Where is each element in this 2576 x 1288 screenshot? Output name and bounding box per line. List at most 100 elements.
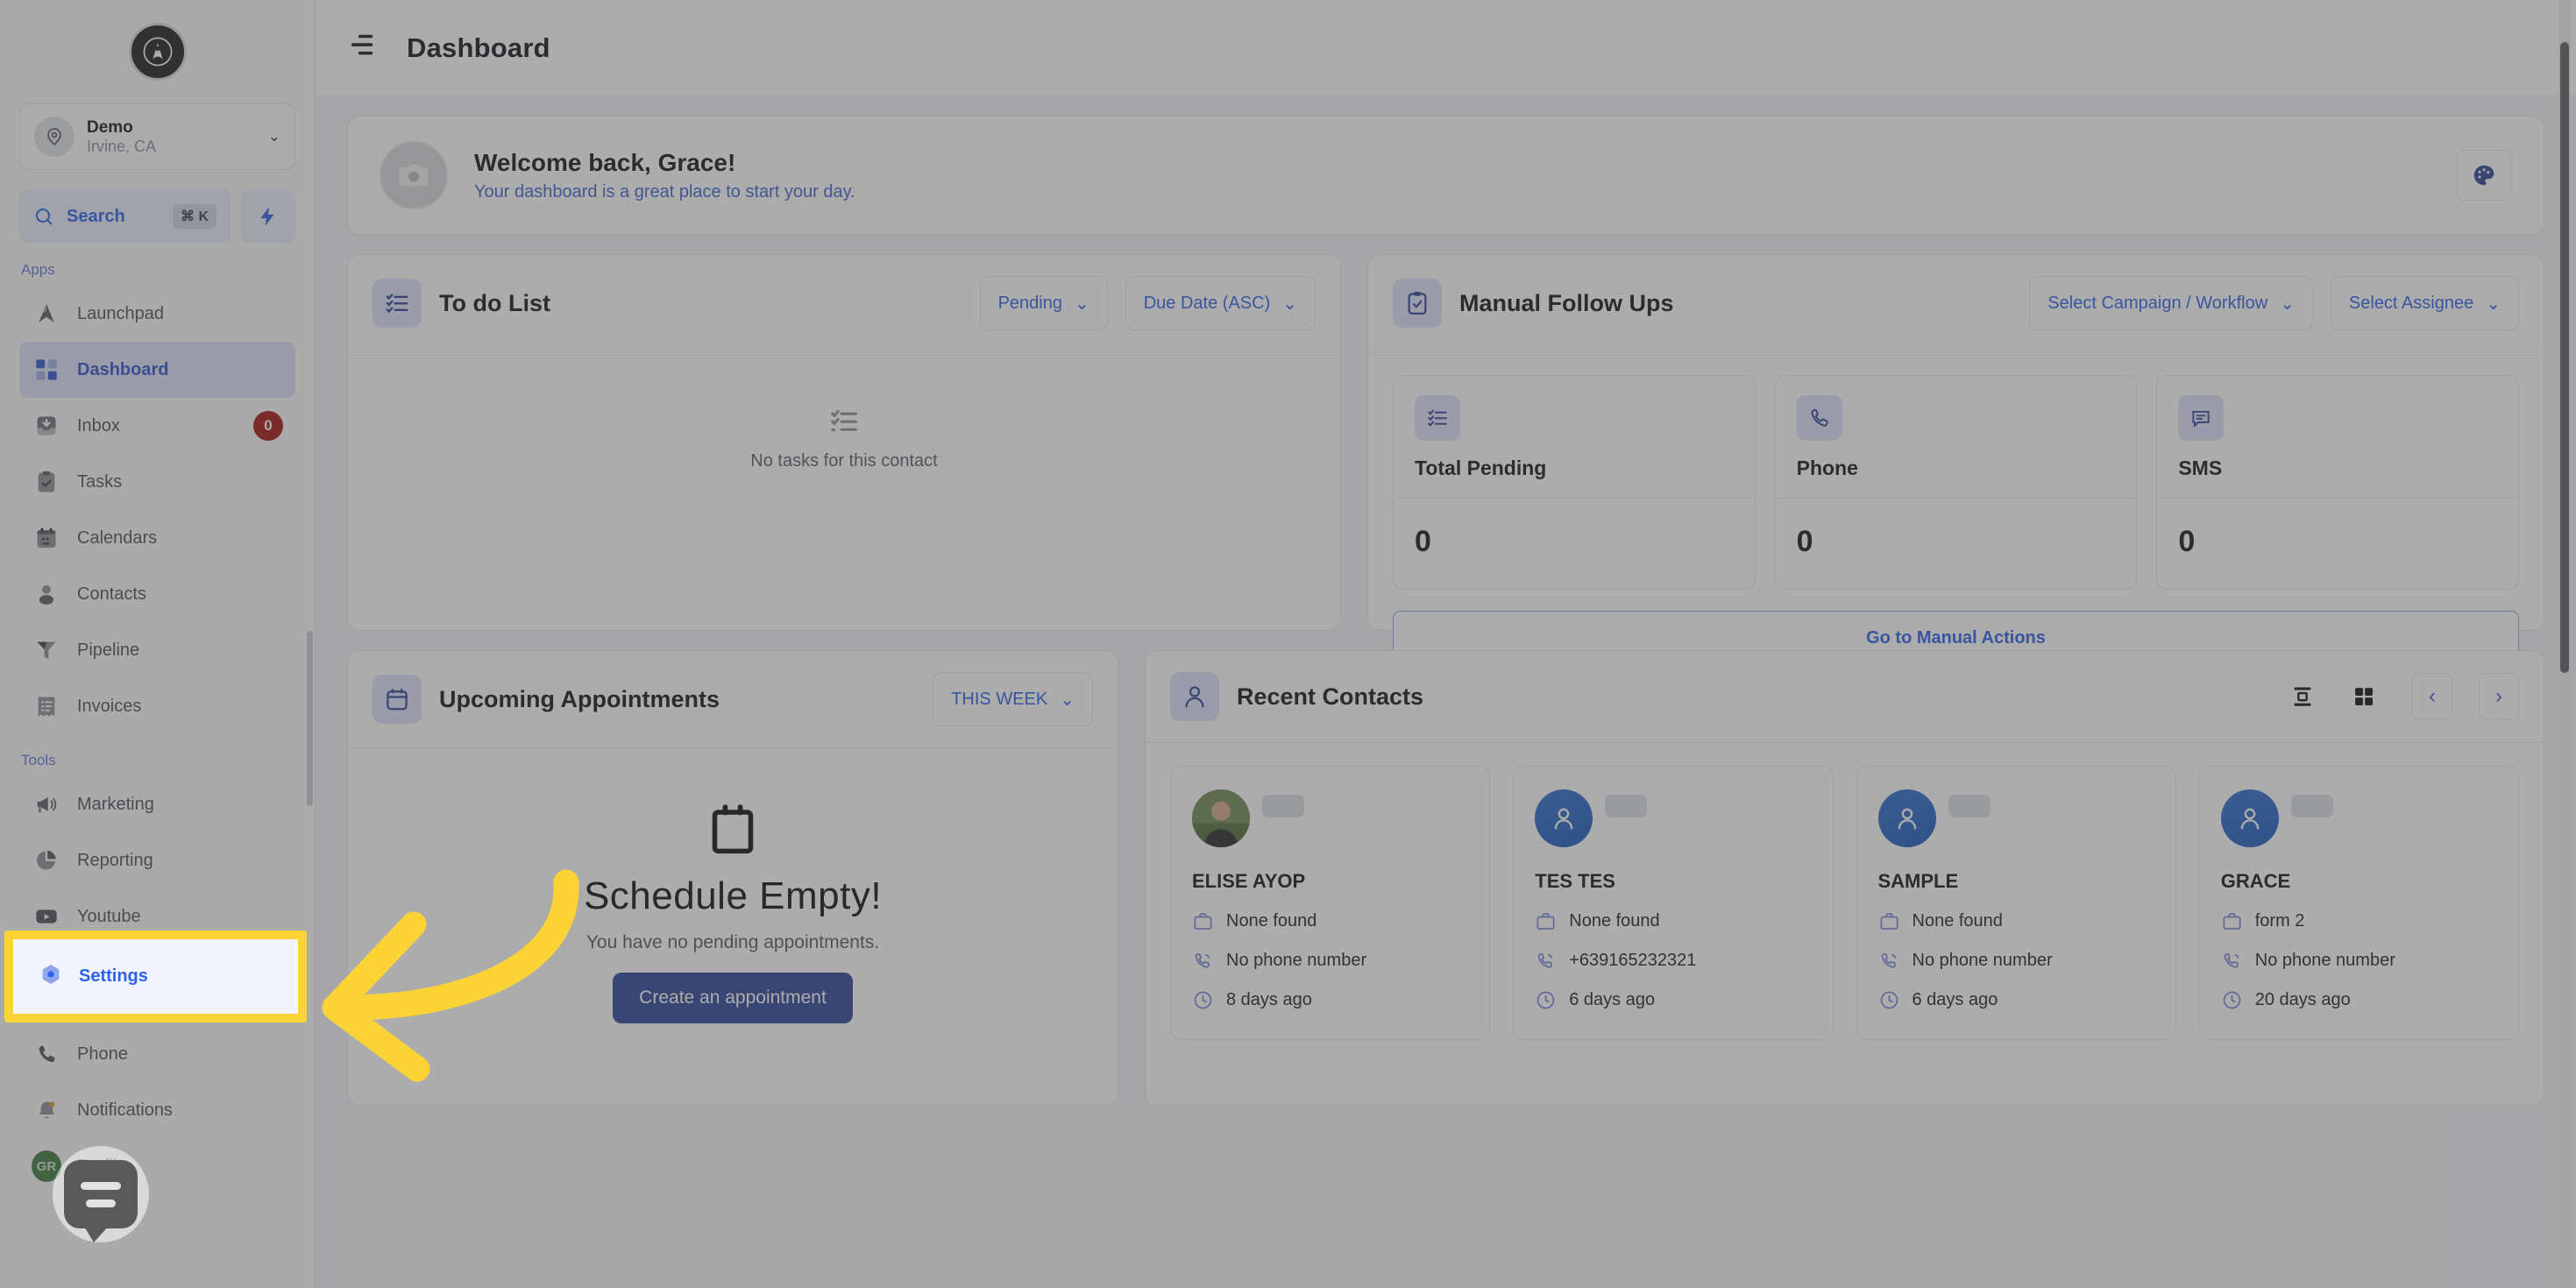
pie-chart-icon — [32, 846, 61, 875]
welcome-avatar — [380, 141, 448, 209]
contact-company: form 2 — [2254, 911, 2305, 931]
appointments-range-filter[interactable]: THIS WEEK ⌄ — [933, 672, 1093, 726]
sidebar-item-label: Invoices — [77, 696, 142, 716]
contact-card[interactable]: ELISE AYOP None found No phone number 8 … — [1170, 766, 1491, 1040]
briefcase-icon — [1879, 913, 1898, 930]
avatar — [1535, 789, 1593, 847]
appointments-card: Upcoming Appointments THIS WEEK ⌄ Schedu… — [347, 650, 1118, 1106]
checklist-icon — [373, 279, 422, 328]
contact-tag-chip — [2290, 795, 2333, 817]
theme-palette-button[interactable] — [2456, 150, 2512, 201]
contacts-icon — [32, 579, 61, 609]
list-view-icon[interactable] — [2281, 675, 2324, 718]
stat-label: Total Pending — [1415, 456, 1547, 479]
palette-icon — [2473, 165, 2494, 186]
followups-campaign-filter[interactable]: Select Campaign / Workflow ⌄ — [2029, 276, 2313, 330]
recent-contacts-grid: ELISE AYOP None found No phone number 8 … — [1146, 743, 2544, 1040]
sidebar-item-label: Tasks — [77, 471, 123, 492]
settings-icon — [32, 958, 61, 987]
chevron-down-icon[interactable]: ⌄ — [268, 128, 280, 145]
appointments-empty-sub: You have no pending appointments. — [585, 932, 880, 952]
search-shortcut: ⌘ K — [173, 204, 216, 229]
sidebar-item-label: Settings — [77, 962, 141, 982]
sidebar-item-invoices[interactable]: Invoices — [19, 678, 295, 734]
sidebar-item-marketing[interactable]: Marketing — [19, 776, 295, 832]
sidebar-item-contacts[interactable]: Contacts — [19, 566, 295, 622]
phone-icon — [1537, 952, 1553, 968]
todo-card: To do List Pending ⌄ Due Date (ASC) ⌄ No… — [347, 254, 1341, 631]
followups-stats: Total Pending 0 Phone 0 SMS 0 — [1368, 352, 2544, 590]
todo-status-filter[interactable]: Pending ⌄ — [979, 276, 1108, 330]
welcome-card: Welcome back, Grace! Your dashboard is a… — [347, 116, 2544, 235]
todo-title: To do List — [439, 289, 550, 316]
contact-photo — [1192, 789, 1250, 847]
contact-tag-chip — [1605, 795, 1648, 817]
hamburger-filter-icon[interactable] — [347, 32, 377, 63]
location-switcher[interactable]: Demo Irvine, CA ⌄ — [19, 103, 295, 170]
launchpad-icon — [32, 299, 61, 329]
calendar-icon — [373, 675, 422, 724]
sidebar-item-pipeline[interactable]: Pipeline — [19, 622, 295, 678]
contact-company-row: None found — [1878, 910, 2154, 932]
contact-name: TES TES — [1535, 870, 1615, 892]
sidebar-item-phone[interactable]: Phone — [19, 1026, 295, 1082]
todo-header: To do List Pending ⌄ Due Date (ASC) ⌄ — [348, 255, 1340, 352]
sidebar-item-inbox[interactable]: Inbox 0 — [19, 398, 295, 454]
phone-icon — [1195, 952, 1210, 968]
chevron-right-icon[interactable]: › — [2479, 673, 2519, 720]
calendar-empty-icon — [712, 804, 754, 854]
contact-card[interactable]: SAMPLE None found No phone number 6 days… — [1856, 766, 2176, 1040]
page-title: Dashboard — [407, 32, 550, 63]
chat-line — [81, 1181, 121, 1190]
stat-sms: SMS 0 — [2156, 375, 2520, 590]
contact-name: ELISE AYOP — [1192, 870, 1306, 892]
recent-contacts-header: Recent Contacts ‹ › — [1146, 651, 2544, 743]
appointments-empty-state: Schedule Empty! You have no pending appo… — [348, 748, 1118, 1023]
sidebar-scrollbar[interactable] — [307, 631, 313, 806]
sidebar-item-notifications[interactable]: Notifications — [19, 1082, 295, 1138]
chevron-left-icon[interactable]: ‹ — [2412, 673, 2452, 720]
clock-icon — [1880, 991, 1898, 1009]
create-appointment-button[interactable]: Create an appointment — [613, 973, 853, 1023]
todo-empty-text: No tasks for this contact — [750, 451, 938, 471]
sidebar-item-launchpad[interactable]: Launchpad — [19, 286, 295, 342]
quick-actions-button[interactable] — [241, 189, 295, 244]
stat-label: Phone — [1796, 456, 1858, 479]
sidebar-item-reporting[interactable]: Reporting — [19, 832, 295, 888]
contact-company-row: None found — [1535, 910, 1811, 932]
contact-card[interactable]: GRACE form 2 No phone number 20 days ago — [2198, 766, 2519, 1040]
contact-phone-row: No phone number — [1192, 950, 1468, 972]
megaphone-icon — [32, 789, 61, 819]
chat-widget-button[interactable] — [53, 1146, 149, 1242]
page-scrollbar[interactable] — [2558, 0, 2571, 1288]
sidebar-item-settings[interactable]: Settings — [19, 945, 295, 1001]
followups-campaign-value: Select Campaign / Workflow — [2047, 293, 2268, 313]
sidebar-item-calendars[interactable]: Calendars — [19, 510, 295, 566]
sidebar: Demo Irvine, CA ⌄ Search ⌘ K Apps Launch… — [0, 0, 316, 1288]
sidebar-item-dashboard[interactable]: Dashboard — [19, 342, 295, 398]
search-label: Search — [67, 206, 125, 226]
todo-sort-filter[interactable]: Due Date (ASC) ⌄ — [1125, 276, 1316, 330]
recent-contacts-title: Recent Contacts — [1237, 683, 1424, 710]
sidebar-item-youtube[interactable]: Youtube — [19, 888, 295, 945]
sidebar-item-tasks[interactable]: Tasks — [19, 454, 295, 510]
followups-header: Manual Follow Ups Select Campaign / Work… — [1368, 255, 2544, 352]
todo-sort-value: Due Date (ASC) — [1143, 293, 1271, 313]
phone-icon — [2224, 952, 2239, 968]
grid-view-icon[interactable] — [2342, 675, 2386, 718]
contact-phone: No phone number — [1226, 951, 1367, 970]
contact-card[interactable]: TES TES None found +639165232321 6 days … — [1513, 766, 1834, 1040]
app-logo[interactable] — [0, 0, 315, 103]
sidebar-item-label: Phone — [77, 1044, 128, 1064]
main-area: Dashboard Welcome back, Grace! Your dash… — [316, 0, 2576, 1288]
welcome-title: Welcome back, Grace! — [474, 148, 736, 176]
chevron-down-icon: ⌄ — [1074, 294, 1089, 314]
search-input[interactable]: Search ⌘ K — [19, 189, 231, 244]
phone-icon — [32, 1039, 61, 1069]
appointments-title: Upcoming Appointments — [439, 685, 720, 712]
contact-phone: +639165232321 — [1569, 951, 1697, 970]
followups-assignee-filter[interactable]: Select Assignee ⌄ — [2330, 276, 2519, 330]
appointments-range-value: THIS WEEK — [951, 689, 1048, 709]
user-icon — [1170, 672, 1219, 721]
scrollbar-thumb[interactable] — [2560, 42, 2569, 673]
